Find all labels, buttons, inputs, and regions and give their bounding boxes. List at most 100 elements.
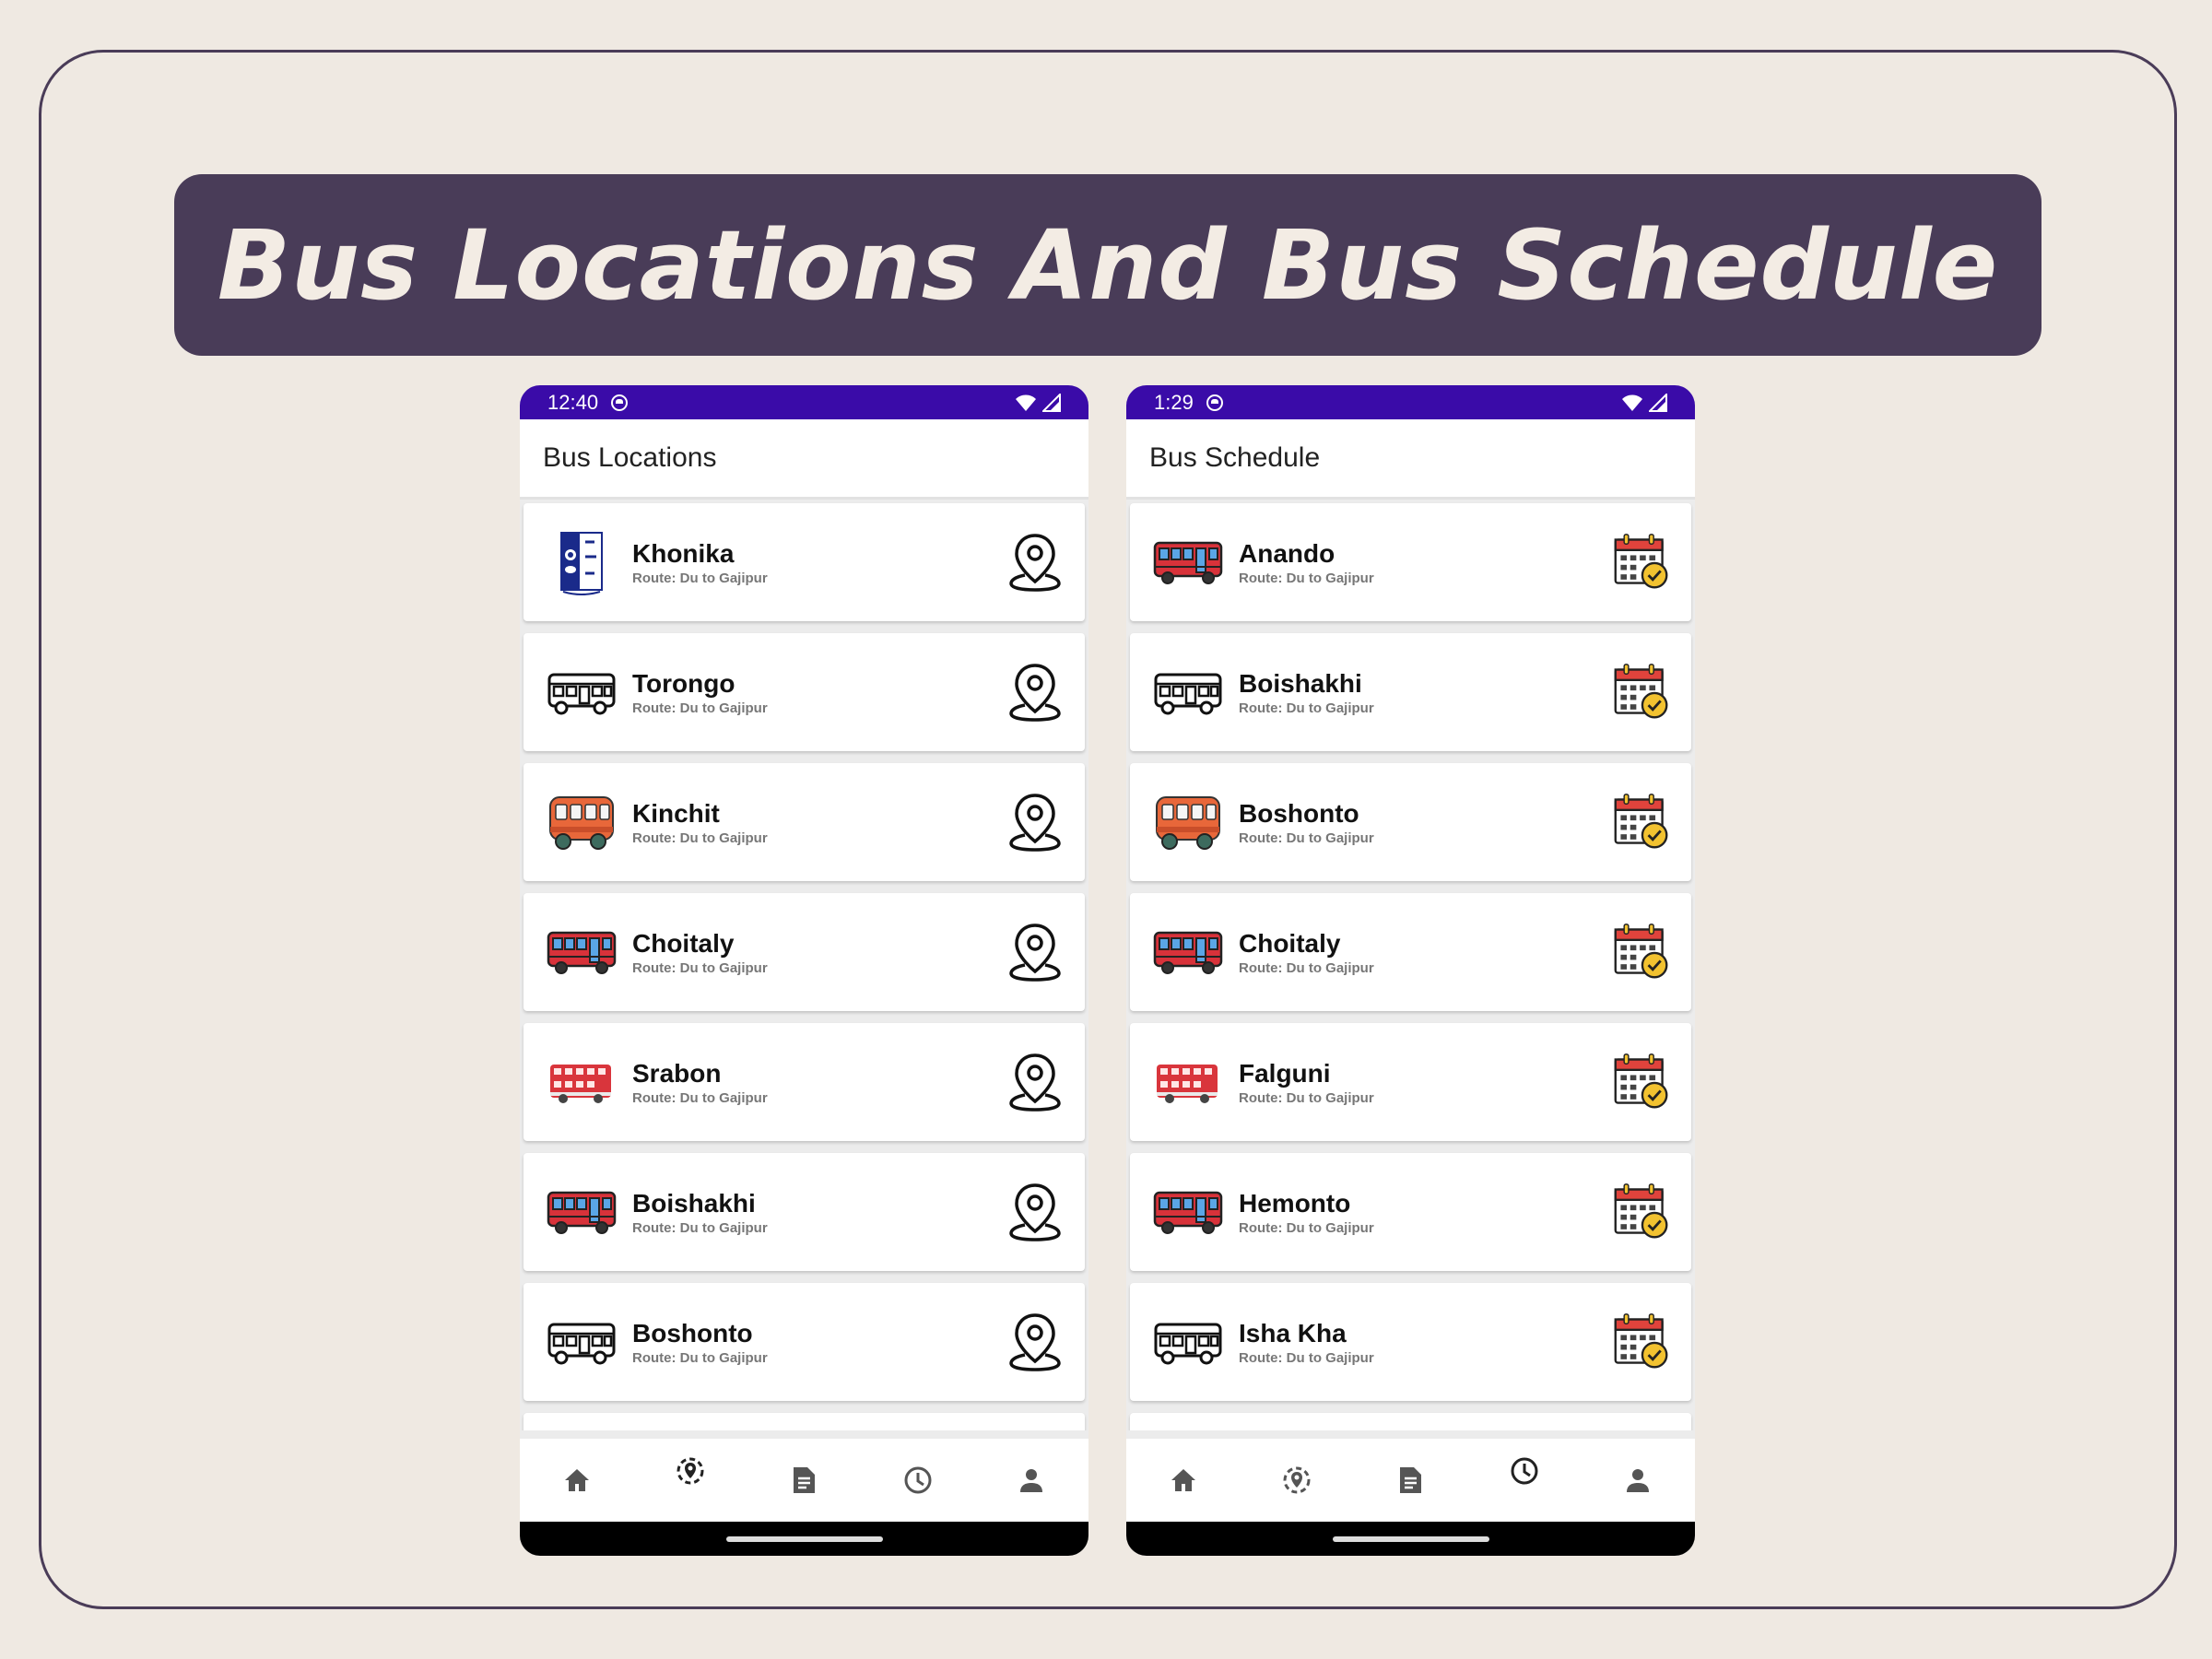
bus-name: Boishakhi bbox=[1239, 668, 1362, 698]
map-pin-icon[interactable] bbox=[1006, 791, 1065, 853]
notification-icon bbox=[1206, 394, 1223, 411]
calendar-check-icon[interactable] bbox=[1612, 921, 1671, 983]
nav-tab-notes[interactable] bbox=[1382, 1453, 1438, 1508]
bus-name: Isha Kha bbox=[1239, 1318, 1347, 1347]
map-pin-icon[interactable] bbox=[1006, 1181, 1065, 1243]
location-icon bbox=[677, 1457, 704, 1485]
nav-tab-home[interactable] bbox=[1156, 1453, 1211, 1508]
bus-route: Route: Du to Gajipur bbox=[1239, 700, 1374, 716]
calendar-check-icon[interactable] bbox=[1612, 1051, 1671, 1113]
home-indicator[interactable] bbox=[1332, 1536, 1489, 1542]
bus-card-texts: Hemonto Route: Du to Gajipur bbox=[1239, 1189, 1612, 1236]
bus-route: Route: Du to Gajipur bbox=[632, 700, 768, 716]
bus-card[interactable]: Srabon Route: Du to Gajipur bbox=[524, 1023, 1085, 1141]
bus-name: Choitaly bbox=[632, 928, 735, 958]
clock-icon bbox=[1511, 1457, 1538, 1485]
nav-tab-notes[interactable] bbox=[776, 1453, 831, 1508]
map-pin-icon[interactable] bbox=[1006, 1051, 1065, 1113]
bus-outline-icon bbox=[1153, 657, 1223, 727]
bus-card[interactable]: Khonika Route: Du to Gajipur bbox=[524, 503, 1085, 621]
bus-card-texts: Boishakhi Route: Du to Gajipur bbox=[1239, 669, 1612, 716]
bus-card[interactable]: Boishakhi Route: Du to Gajipur bbox=[1130, 633, 1691, 751]
nav-tab-profile[interactable] bbox=[1004, 1453, 1059, 1508]
home-icon bbox=[564, 1469, 589, 1491]
nav-tab-location[interactable] bbox=[1269, 1453, 1324, 1508]
bus-name: Srabon bbox=[632, 1058, 722, 1088]
calendar-check-icon[interactable] bbox=[1612, 531, 1671, 594]
bus-location-list: Khonika Route: Du to Gajipur Torongo Route… bbox=[520, 500, 1088, 1430]
nav-tab-schedule[interactable] bbox=[890, 1453, 946, 1508]
bus-name: Hemonto bbox=[1239, 1188, 1351, 1218]
bus-card[interactable]: Hemonto Route: Du to Gajipur bbox=[1130, 1153, 1691, 1271]
nav-tab-location[interactable] bbox=[663, 1443, 718, 1499]
bus-name: Torongo bbox=[632, 668, 735, 698]
bus-card[interactable]: Torongo Route: Du to Gajipur bbox=[524, 633, 1085, 751]
status-time: 12:40 bbox=[547, 390, 599, 414]
bus-route: Route: Du to Gajipur bbox=[1239, 830, 1374, 846]
bus-outline-icon bbox=[547, 657, 617, 727]
map-pin-icon[interactable] bbox=[1006, 921, 1065, 983]
bus-card[interactable]: Anando Route: Du to Gajipur bbox=[1130, 503, 1691, 621]
status-time: 1:29 bbox=[1154, 390, 1194, 414]
bus-route: Route: Du to Gajipur bbox=[632, 1349, 768, 1366]
bus-card-texts: Boshonto Route: Du to Gajipur bbox=[1239, 799, 1612, 846]
bus-route: Route: Du to Gajipur bbox=[632, 570, 768, 586]
calendar-check-icon[interactable] bbox=[1612, 1311, 1671, 1373]
bus-card-texts: Falguni Route: Du to Gajipur bbox=[1239, 1059, 1612, 1106]
bus-card[interactable]: Boishakhi Route: Du to Gajipur bbox=[524, 1153, 1085, 1271]
bus-card-texts: Choitaly Route: Du to Gajipur bbox=[632, 929, 1006, 976]
bus-route: Route: Du to Gajipur bbox=[632, 1089, 768, 1106]
bus-card[interactable]: Kinchit Route: Du to Gajipur bbox=[524, 763, 1085, 881]
bus-double-decker-icon bbox=[1153, 1047, 1223, 1117]
bus-card-texts: Anando Route: Du to Gajipur bbox=[1239, 539, 1612, 586]
bus-name: Kinchit bbox=[632, 798, 720, 828]
bus-card[interactable]: Isha Kha Route: Du to Gajipur bbox=[1130, 1283, 1691, 1401]
wifi-icon bbox=[1016, 394, 1036, 411]
bus-card-texts: Boshonto Route: Du to Gajipur bbox=[632, 1319, 1006, 1366]
signal-icons bbox=[1015, 393, 1061, 412]
cellular-icon bbox=[1042, 393, 1061, 412]
bus-route: Route: Du to Gajipur bbox=[1239, 1349, 1374, 1366]
profile-icon bbox=[1627, 1469, 1650, 1492]
nav-tab-schedule[interactable] bbox=[1497, 1443, 1552, 1499]
bus-red-icon bbox=[547, 1177, 617, 1247]
bus-outline-icon bbox=[1153, 1307, 1223, 1377]
cellular-icon bbox=[1649, 393, 1667, 412]
app-bar-title: Bus Locations bbox=[520, 419, 1088, 500]
location-icon bbox=[1283, 1466, 1311, 1494]
bus-route: Route: Du to Gajipur bbox=[1239, 1219, 1374, 1236]
home-indicator[interactable] bbox=[725, 1536, 883, 1542]
bus-card[interactable]: Falguni Route: Du to Gajipur bbox=[1130, 1023, 1691, 1141]
signal-icons bbox=[1621, 393, 1667, 412]
bus-name: Falguni bbox=[1239, 1058, 1331, 1088]
bus-orange-icon bbox=[1153, 787, 1223, 857]
bus-name: Anando bbox=[1239, 538, 1335, 568]
wifi-icon bbox=[1622, 394, 1642, 411]
nav-tab-home[interactable] bbox=[549, 1453, 605, 1508]
map-pin-icon[interactable] bbox=[1006, 531, 1065, 594]
status-bar: 12:40 bbox=[520, 385, 1088, 419]
clock-icon bbox=[904, 1466, 932, 1494]
bus-card[interactable]: Boshonto Route: Du to Gajipur bbox=[524, 1283, 1085, 1401]
bus-route: Route: Du to Gajipur bbox=[632, 830, 768, 846]
bus-name: Boshonto bbox=[1239, 798, 1359, 828]
nav-tab-profile[interactable] bbox=[1610, 1453, 1665, 1508]
bus-card[interactable]: Choitaly Route: Du to Gajipur bbox=[1130, 893, 1691, 1011]
calendar-check-icon[interactable] bbox=[1612, 661, 1671, 724]
bus-red-icon bbox=[1153, 917, 1223, 987]
bus-card-partial bbox=[524, 1413, 1085, 1430]
calendar-check-icon[interactable] bbox=[1612, 1181, 1671, 1243]
bus-name: Choitaly bbox=[1239, 928, 1341, 958]
bus-card-texts: Torongo Route: Du to Gajipur bbox=[632, 669, 1006, 716]
logo-badge bbox=[547, 527, 617, 597]
map-pin-icon[interactable] bbox=[1006, 661, 1065, 724]
bus-name: Khonika bbox=[632, 538, 735, 568]
calendar-check-icon[interactable] bbox=[1612, 791, 1671, 853]
bus-card-texts: Isha Kha Route: Du to Gajipur bbox=[1239, 1319, 1612, 1366]
map-pin-icon[interactable] bbox=[1006, 1311, 1065, 1373]
bottom-navigation bbox=[520, 1439, 1088, 1522]
bus-red-icon bbox=[547, 917, 617, 987]
bus-card[interactable]: Choitaly Route: Du to Gajipur bbox=[524, 893, 1085, 1011]
bus-card[interactable]: Boshonto Route: Du to Gajipur bbox=[1130, 763, 1691, 881]
bus-route: Route: Du to Gajipur bbox=[632, 959, 768, 976]
